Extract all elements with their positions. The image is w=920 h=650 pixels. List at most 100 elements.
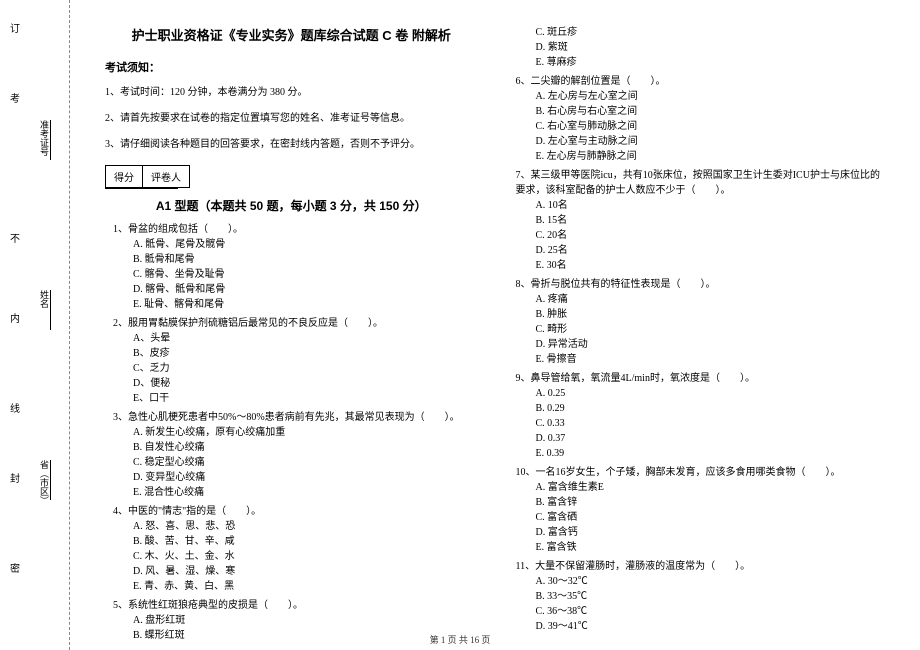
score-cell[interactable] bbox=[105, 187, 137, 189]
question-option: B、皮疹 bbox=[105, 346, 478, 361]
question-option: B. 33～35℃ bbox=[508, 589, 881, 604]
question-option: B. 肿胀 bbox=[508, 307, 881, 322]
question: 7、某三级甲等医院icu，共有10张床位，按照国家卫生计生委对ICU护士与床位比… bbox=[508, 168, 881, 273]
question-stem: 2、服用胃黏膜保护剂硫糖铝后最常见的不良反应是（ ）。 bbox=[105, 316, 478, 331]
exam-page: 订 考 准考证号 不 内 姓名 线 封 省（市区） 密 护士职业资格证《专业实务… bbox=[0, 0, 920, 650]
question-option: A. 30～32℃ bbox=[508, 574, 881, 589]
binding-marker: 订 bbox=[10, 20, 20, 35]
question-option: C. 右心室与肺动脉之间 bbox=[508, 119, 881, 134]
question: 9、鼻导管给氧，氧流量4L/min时，氧浓度是（ ）。A. 0.25B. 0.2… bbox=[508, 371, 881, 461]
question-stem: 8、骨折与脱位共有的特征性表现是（ ）。 bbox=[508, 277, 881, 292]
question-stem: 3、急性心肌梗死患者中50%～80%患者病前有先兆，其最常见表现为（ ）。 bbox=[105, 410, 478, 425]
question: 6、二尖瓣的解剖位置是（ ）。A. 左心房与左心室之间B. 右心房与右心室之间C… bbox=[508, 74, 881, 164]
question-option: B. 酸、苦、甘、辛、咸 bbox=[105, 534, 478, 549]
grader-cell[interactable] bbox=[136, 187, 178, 189]
question-option: C. 36～38℃ bbox=[508, 604, 881, 619]
score-header: 得分 bbox=[105, 165, 143, 188]
question-option: E. 骨擦音 bbox=[508, 352, 881, 367]
question-option: C. 富含硒 bbox=[508, 510, 881, 525]
question-stem: 10、一名16岁女生，个子矮，胸部未发育，应该多食用哪类食物（ ）。 bbox=[508, 465, 881, 480]
question-option: D. 39～41℃ bbox=[508, 619, 881, 634]
binding-underline bbox=[50, 120, 51, 160]
question: 10、一名16岁女生，个子矮，胸部未发育，应该多食用哪类食物（ ）。A. 富含维… bbox=[508, 465, 881, 555]
question-option: A. 怒、喜、思、悲、恐 bbox=[105, 519, 478, 534]
question-stem: 5、系统性红斑狼疮典型的皮损是（ ）。 bbox=[105, 598, 478, 613]
question-option: C. 畸形 bbox=[508, 322, 881, 337]
question-option: B. 15名 bbox=[508, 213, 881, 228]
left-column: 护士职业资格证《专业实务》题库综合试题 C 卷 附解析 考试须知： 1、考试时间… bbox=[90, 25, 493, 630]
binding-marker: 线 bbox=[10, 400, 20, 415]
score-table: 得分 评卷人 bbox=[105, 165, 478, 188]
question-option: D. 髂骨、骶骨和尾骨 bbox=[105, 282, 478, 297]
notice-header: 考试须知： bbox=[105, 59, 478, 75]
question: 1、骨盆的组成包括（ ）。A. 骶骨、尾骨及髋骨B. 骶骨和尾骨C. 髂骨、坐骨… bbox=[105, 222, 478, 312]
question-option: E. 0.39 bbox=[508, 446, 881, 461]
question: 3、急性心肌梗死患者中50%～80%患者病前有先兆，其最常见表现为（ ）。A. … bbox=[105, 410, 478, 500]
question-stem: 11、大量不保留灌肠时，灌肠液的温度常为（ ）。 bbox=[508, 559, 881, 574]
question-option: E. 富含铁 bbox=[508, 540, 881, 555]
question-option: B. 自发性心绞痛 bbox=[105, 440, 478, 455]
notice-item: 2、请首先按要求在试卷的指定位置填写您的姓名、准考证号等信息。 bbox=[105, 111, 478, 127]
question-option: D. 紫斑 bbox=[508, 40, 881, 55]
notice-item: 1、考试时间：120 分钟，本卷满分为 380 分。 bbox=[105, 85, 478, 101]
question-option: A、头晕 bbox=[105, 331, 478, 346]
question: 8、骨折与脱位共有的特征性表现是（ ）。A. 疼痛B. 肿胀C. 畸形D. 异常… bbox=[508, 277, 881, 367]
question-option: E. 30名 bbox=[508, 258, 881, 273]
question: 11、大量不保留灌肠时，灌肠液的温度常为（ ）。A. 30～32℃B. 33～3… bbox=[508, 559, 881, 634]
question-stem: 1、骨盆的组成包括（ ）。 bbox=[105, 222, 478, 237]
question-option: D. 左心室与主动脉之间 bbox=[508, 134, 881, 149]
question-option: E. 混合性心绞痛 bbox=[105, 485, 478, 500]
question-option: C. 0.33 bbox=[508, 416, 881, 431]
questions-right: C. 斑丘疹D. 紫斑E. 荨麻疹6、二尖瓣的解剖位置是（ ）。A. 左心房与左… bbox=[508, 25, 881, 634]
binding-marker: 不 bbox=[10, 230, 20, 245]
binding-underline bbox=[50, 290, 51, 330]
question-option: C、乏力 bbox=[105, 361, 478, 376]
question-option: D、便秘 bbox=[105, 376, 478, 391]
question-option: D. 变异型心绞痛 bbox=[105, 470, 478, 485]
question-stem: 6、二尖瓣的解剖位置是（ ）。 bbox=[508, 74, 881, 89]
question-option: E. 左心房与肺静脉之间 bbox=[508, 149, 881, 164]
page-footer: 第 1 页 共 16 页 bbox=[0, 633, 920, 646]
question-option: D. 0.37 bbox=[508, 431, 881, 446]
question-option: A. 0.25 bbox=[508, 386, 881, 401]
binding-underline bbox=[50, 460, 51, 500]
exam-title: 护士职业资格证《专业实务》题库综合试题 C 卷 附解析 bbox=[105, 25, 478, 44]
question-option: B. 0.29 bbox=[508, 401, 881, 416]
content-area: 护士职业资格证《专业实务》题库综合试题 C 卷 附解析 考试须知： 1、考试时间… bbox=[70, 0, 920, 650]
question-option: D. 富含钙 bbox=[508, 525, 881, 540]
question-option: D. 25名 bbox=[508, 243, 881, 258]
questions-left: 1、骨盆的组成包括（ ）。A. 骶骨、尾骨及髋骨B. 骶骨和尾骨C. 髂骨、坐骨… bbox=[105, 222, 478, 643]
question-option: C. 20名 bbox=[508, 228, 881, 243]
binding-marker: 考 bbox=[10, 90, 20, 105]
question-option: A. 10名 bbox=[508, 198, 881, 213]
binding-margin: 订 考 准考证号 不 内 姓名 线 封 省（市区） 密 bbox=[0, 0, 70, 650]
question-option: B. 右心房与右心室之间 bbox=[508, 104, 881, 119]
question-option: A. 疼痛 bbox=[508, 292, 881, 307]
question: 2、服用胃黏膜保护剂硫糖铝后最常见的不良反应是（ ）。A、头晕B、皮疹C、乏力D… bbox=[105, 316, 478, 406]
grader-header: 评卷人 bbox=[142, 165, 190, 188]
question-stem: 4、中医的"情志"指的是（ ）。 bbox=[105, 504, 478, 519]
binding-marker: 密 bbox=[10, 560, 20, 575]
question-option: C. 木、火、土、金、水 bbox=[105, 549, 478, 564]
question-option: A. 富含维生素E bbox=[508, 480, 881, 495]
question-option: D. 风、暑、湿、燥、寒 bbox=[105, 564, 478, 579]
question-option: A. 新发生心绞痛，原有心绞痛加重 bbox=[105, 425, 478, 440]
question-option: A. 左心房与左心室之间 bbox=[508, 89, 881, 104]
question-option: E. 荨麻疹 bbox=[508, 55, 881, 70]
question-option: A. 骶骨、尾骨及髋骨 bbox=[105, 237, 478, 252]
question-option: C. 斑丘疹 bbox=[508, 25, 881, 40]
binding-marker: 内 bbox=[10, 310, 20, 325]
question-stem: 9、鼻导管给氧，氧流量4L/min时，氧浓度是（ ）。 bbox=[508, 371, 881, 386]
question: C. 斑丘疹D. 紫斑E. 荨麻疹 bbox=[508, 25, 881, 70]
binding-marker: 封 bbox=[10, 470, 20, 485]
question-option: C. 稳定型心绞痛 bbox=[105, 455, 478, 470]
question-stem: 7、某三级甲等医院icu，共有10张床位，按照国家卫生计生委对ICU护士与床位比… bbox=[508, 168, 881, 198]
score-table-row bbox=[105, 187, 478, 189]
question-option: D. 异常活动 bbox=[508, 337, 881, 352]
question-option: E. 耻骨、髂骨和尾骨 bbox=[105, 297, 478, 312]
question-option: A. 盘形红斑 bbox=[105, 613, 478, 628]
notice-item: 3、请仔细阅读各种题目的回答要求，在密封线内答题，否则不予评分。 bbox=[105, 137, 478, 153]
section-title: A1 型题（本题共 50 题，每小题 3 分，共 150 分） bbox=[105, 197, 478, 214]
question-option: E、口干 bbox=[105, 391, 478, 406]
question: 4、中医的"情志"指的是（ ）。A. 怒、喜、思、悲、恐B. 酸、苦、甘、辛、咸… bbox=[105, 504, 478, 594]
